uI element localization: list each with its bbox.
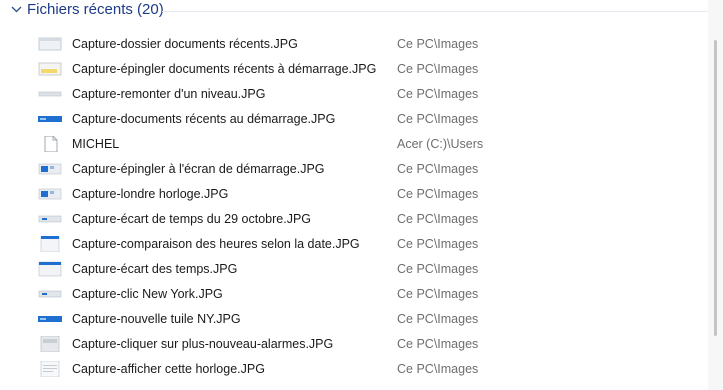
file-location: Ce PC\Images — [397, 212, 479, 226]
file-row[interactable]: Capture-afficher cette horloge.JPG Ce PC\… — [0, 357, 708, 382]
file-row[interactable]: Capture-dossier documents récents.JPG Ce … — [0, 32, 708, 57]
group-divider — [162, 11, 708, 12]
file-name: Capture-épingler documents récents à dém… — [72, 62, 377, 76]
file-location: Acer (C:)\Users — [397, 137, 484, 151]
image-thumbnail-icon — [38, 91, 62, 97]
file-name: Capture-documents récents au démarrage.J… — [72, 112, 336, 126]
image-thumbnail-icon — [38, 116, 62, 122]
file-row[interactable]: Capture-remonter d'un niveau.JPG Ce PC\Im… — [0, 82, 708, 107]
file-name: Capture-afficher cette horloge.JPG — [72, 362, 265, 376]
chevron-down-icon[interactable] — [10, 3, 23, 16]
file-name: Capture-cliquer sur plus-nouveau-alarmes… — [72, 337, 334, 351]
file-name: Capture-comparaison des heures selon la … — [72, 237, 360, 251]
file-row[interactable]: Capture-documents récents au démarrage.J… — [0, 107, 708, 132]
file-location: Ce PC\Images — [397, 362, 479, 376]
file-name: Capture-épingler à l'écran de démarrage.… — [72, 162, 325, 176]
image-thumbnail-icon — [38, 188, 62, 200]
image-thumbnail-icon — [38, 261, 62, 277]
document-icon — [44, 136, 58, 152]
file-location: Ce PC\Images — [397, 187, 479, 201]
file-row[interactable]: Capture-cliquer sur plus-nouveau-alarmes… — [0, 332, 708, 357]
file-name: Capture-remonter d'un niveau.JPG — [72, 87, 266, 101]
file-name: Capture-londre horloge.JPG — [72, 187, 229, 201]
file-row[interactable]: Capture-épingler à l'écran de démarrage.… — [0, 157, 708, 182]
file-name: Capture-clic New York.JPG — [72, 287, 223, 301]
image-thumbnail-icon — [40, 236, 60, 252]
file-location: Ce PC\Images — [397, 337, 479, 351]
file-row[interactable]: Capture-comparaison des heures selon la … — [0, 232, 708, 257]
file-name: Capture-nouvelle tuile NY.JPG — [72, 312, 241, 326]
file-location: Ce PC\Images — [397, 287, 479, 301]
group-title: Fichiers récents (20) — [27, 1, 164, 18]
file-name: MICHEL — [72, 137, 120, 151]
recent-files-view: Fichiers récents (20) Capture-dossier do… — [0, 0, 723, 390]
file-row[interactable]: MICHEL Acer (C:)\Users — [0, 132, 708, 157]
file-location: Ce PC\Images — [397, 37, 479, 51]
recent-files-group-header[interactable]: Fichiers récents (20) — [0, 0, 708, 22]
image-thumbnail-icon — [38, 62, 62, 76]
file-name: Capture-écart des temps.JPG — [72, 262, 238, 276]
file-row[interactable]: Capture-épingler documents récents à dém… — [0, 57, 708, 82]
file-location: Ce PC\Images — [397, 87, 479, 101]
image-thumbnail-icon — [40, 361, 60, 377]
image-thumbnail-icon — [38, 290, 62, 298]
file-row[interactable]: Capture-londre horloge.JPG Ce PC\Images — [0, 182, 708, 207]
image-thumbnail-icon — [40, 336, 60, 352]
file-location: Ce PC\Images — [397, 262, 479, 276]
file-location: Ce PC\Images — [397, 312, 479, 326]
file-location: Ce PC\Images — [397, 112, 479, 126]
image-thumbnail-icon — [38, 316, 62, 322]
vertical-scrollbar[interactable] — [708, 0, 723, 390]
file-location: Ce PC\Images — [397, 162, 479, 176]
file-row[interactable]: Capture-nouvelle tuile NY.JPG Ce PC\Image… — [0, 307, 708, 332]
image-thumbnail-icon — [38, 37, 62, 51]
file-name: Capture-écart de temps du 29 octobre.JPG — [72, 212, 312, 226]
image-thumbnail-icon — [38, 163, 62, 175]
file-location: Ce PC\Images — [397, 62, 479, 76]
file-name: Capture-dossier documents récents.JPG — [72, 37, 298, 51]
file-row[interactable]: Capture-clic New York.JPG Ce PC\Images — [0, 282, 708, 307]
file-row[interactable]: Capture-écart de temps du 29 octobre.JPG… — [0, 207, 708, 232]
file-location: Ce PC\Images — [397, 237, 479, 251]
image-thumbnail-icon — [38, 215, 62, 223]
scrollbar-thumb[interactable] — [714, 40, 717, 336]
file-row[interactable]: Capture-écart des temps.JPG Ce PC\Images — [0, 257, 708, 282]
file-list: Capture-dossier documents récents.JPG Ce … — [0, 32, 708, 382]
